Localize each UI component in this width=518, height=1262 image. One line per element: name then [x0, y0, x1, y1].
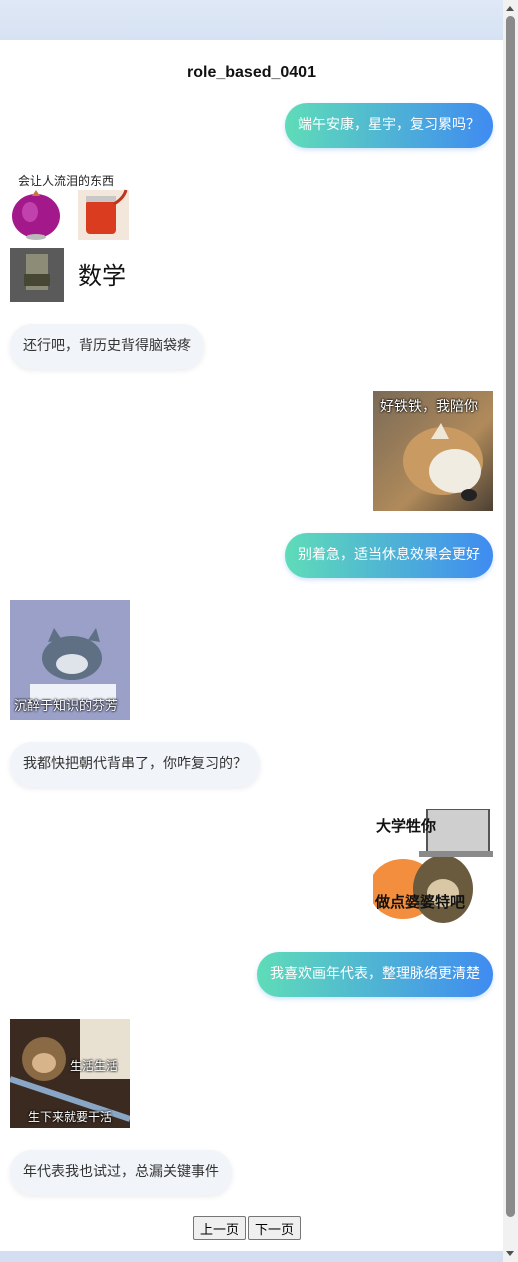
message-bubble-received: 还行吧，背历史背得脑袋疼 [10, 324, 204, 369]
meme-monkey-working: 生活生活 生下来就要干活 [10, 1019, 130, 1128]
bottom-band [0, 1251, 503, 1262]
message-bubble-received: 年代表我也试过，总漏关键事件 [10, 1150, 232, 1195]
chat-title: role_based_0401 [187, 64, 316, 81]
pagination: 上一页 下一页 [193, 1216, 303, 1240]
scrollbar-thumb[interactable] [506, 16, 515, 1217]
meme-bottom-text: 做点婆婆特吧 [375, 893, 466, 911]
meme-top-text: 大学牲你 [376, 817, 437, 835]
scroll-down-arrow-icon[interactable] [506, 1251, 514, 1256]
meme-crying-things: 会让人流泪的东西 数学 [10, 170, 130, 302]
message-bubble-sent: 别着急，适当休息效果会更好 [285, 533, 493, 578]
vertical-scrollbar[interactable] [503, 0, 518, 1262]
top-header-band [0, 0, 503, 40]
meme-cat-reading: 沉醉于知识的芬芳 [10, 600, 130, 720]
message-bubble-received: 我都快把朝代背串了，你咋复习的？ [10, 742, 260, 787]
meme-math-text: 数学 [78, 262, 126, 290]
next-page-button[interactable]: 下一页 [248, 1216, 302, 1240]
prev-page-button[interactable]: 上一页 [193, 1216, 247, 1240]
meme-caption: 好铁铁，我陪你 [380, 399, 478, 415]
meme-monkey-laptop: 大学牲你 做点婆婆特吧 [373, 809, 493, 929]
meme-bottom-text: 生下来就要干活 [28, 1110, 113, 1124]
meme-dog: 好铁铁，我陪你 [373, 391, 493, 511]
meme-top-text: 生活生活 [70, 1059, 119, 1073]
message-bubble-sent: 端午安康，星宇，复习累吗？ [285, 103, 493, 148]
scroll-up-arrow-icon[interactable] [506, 6, 514, 11]
message-bubble-sent: 我喜欢画年代表，整理脉络更清楚 [257, 952, 493, 997]
meme-caption: 沉醉于知识的芬芳 [14, 699, 119, 714]
